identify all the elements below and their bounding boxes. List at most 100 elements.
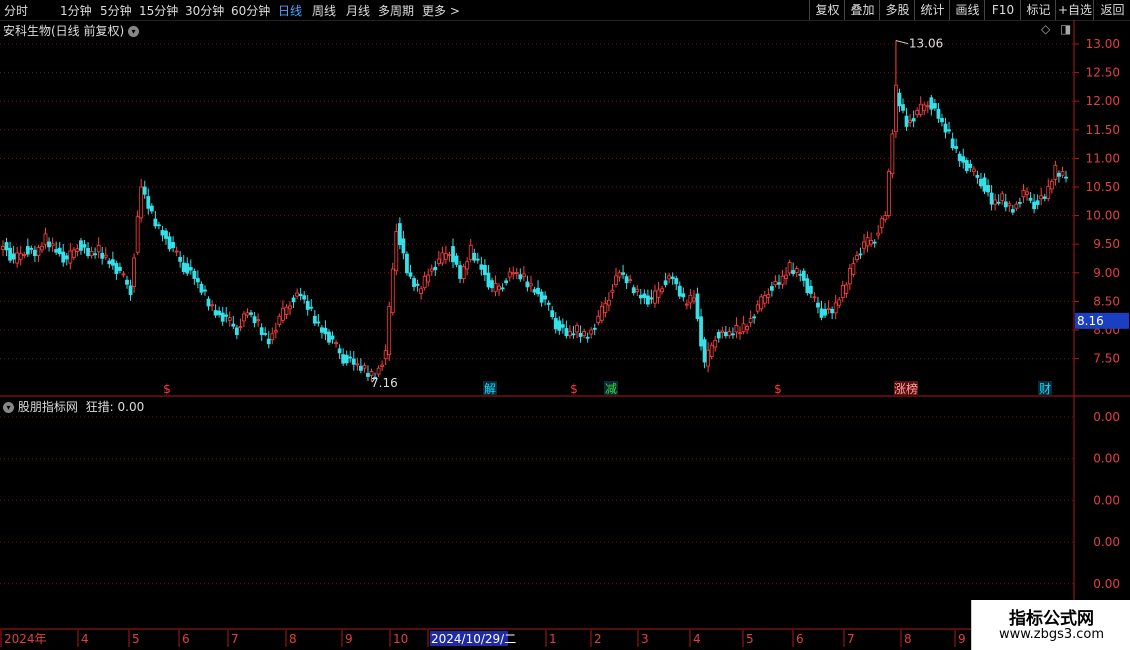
period-tab[interactable]: 60分钟 <box>231 2 270 19</box>
candle-body <box>702 339 707 363</box>
candle-body <box>514 272 519 274</box>
candle-body <box>964 160 969 172</box>
toolbar-action-button[interactable]: 统计 <box>914 0 950 20</box>
candle-body <box>266 338 271 345</box>
candle-body <box>653 290 657 304</box>
candle-body <box>716 331 721 339</box>
candle-body <box>578 333 583 337</box>
toolbar-action-button[interactable]: 叠加 <box>844 0 880 20</box>
candle-body <box>812 296 817 299</box>
candle-body <box>897 92 902 107</box>
indicator-tick-label: 0.00 <box>1093 535 1120 549</box>
candle-body <box>546 302 551 305</box>
candle-body <box>475 258 480 261</box>
period-tab[interactable]: 日线 <box>278 2 302 19</box>
candle-body <box>621 272 625 275</box>
candle-body <box>121 273 126 276</box>
chevron-down-icon[interactable]: ▾ <box>3 402 14 413</box>
period-tab[interactable]: 5分钟 <box>100 2 132 19</box>
candle-body <box>146 196 151 209</box>
candle-body <box>692 297 696 302</box>
candle-body <box>982 177 987 192</box>
candle-body <box>1035 200 1040 205</box>
panel-toggle-icon[interactable]: ◨ <box>1060 22 1071 36</box>
diamond-icon[interactable]: ◇ <box>1041 22 1050 36</box>
toolbar-action-button[interactable]: 复权 <box>809 0 845 20</box>
candle-body <box>305 300 310 310</box>
candle-body <box>922 104 927 111</box>
chevron-down-icon[interactable]: ▾ <box>128 26 140 37</box>
candle-body <box>29 247 34 250</box>
candle-body <box>571 333 576 336</box>
indicator-tick-label: 0.00 <box>1093 493 1120 507</box>
candle-body <box>993 199 998 205</box>
candle-body <box>227 317 232 321</box>
indicator-tick-label: 0.00 <box>1093 577 1120 591</box>
candle-body <box>118 266 122 271</box>
candle-body <box>543 295 548 300</box>
candle-body <box>752 316 757 319</box>
candle-body <box>482 264 487 276</box>
candle-body <box>259 327 264 335</box>
candle-body <box>245 312 250 316</box>
toolbar-action-button[interactable]: +自选 <box>1055 0 1094 20</box>
candle-body <box>458 265 462 279</box>
candle-body <box>412 278 416 287</box>
candle-body <box>1003 201 1008 208</box>
period-tab[interactable]: 周线 <box>312 2 336 19</box>
toolbar-action-button[interactable]: 多股 <box>879 0 915 20</box>
candle-body <box>188 267 193 271</box>
candle-body <box>490 280 494 289</box>
candle-body <box>394 231 399 272</box>
toolbar-action-button[interactable]: 返回 <box>1093 0 1130 20</box>
candle-body <box>1057 172 1061 177</box>
period-tab[interactable]: 更多 > <box>422 2 460 19</box>
candle-body <box>64 255 69 260</box>
candle-body <box>440 252 445 264</box>
candle-body <box>362 365 367 369</box>
time-tick-label: 2024/10/29/二 <box>431 632 516 646</box>
candle-body <box>210 304 214 307</box>
candle-body <box>1 246 5 250</box>
candle-body <box>681 293 686 298</box>
period-tab[interactable]: 分时 <box>4 2 28 19</box>
toolbar-action-button[interactable]: 画线 <box>949 0 985 20</box>
period-tab[interactable]: 多周期 <box>378 2 414 19</box>
event-marker: $ <box>163 382 171 396</box>
candle-body <box>96 244 101 253</box>
period-tab[interactable]: 15分钟 <box>139 2 178 19</box>
candle-body <box>447 254 452 256</box>
candle-body <box>642 293 647 298</box>
candle-body <box>950 138 955 149</box>
candle-body <box>624 276 629 284</box>
watermark: 指标公式网 www.zbgs3.com <box>971 600 1130 650</box>
candle-body <box>568 331 572 337</box>
event-marker-bg <box>483 381 497 395</box>
kline-chart[interactable]: 13.067.16$ 解 $ 减 $ 涨榜财 13.0012.5012.0011.5011… <box>0 0 1130 650</box>
period-tab[interactable]: 月线 <box>346 2 370 19</box>
candle-body <box>911 118 916 122</box>
indicator-value: 狂措: 0.00 <box>85 400 145 414</box>
candle-body <box>270 333 275 341</box>
low-leader <box>371 377 376 383</box>
price-tick-label: 11.00 <box>1086 151 1120 165</box>
candle-body <box>302 295 307 300</box>
candle-body <box>15 252 20 264</box>
period-tab[interactable]: 30分钟 <box>185 2 224 19</box>
toolbar-action-button[interactable]: 标记 <box>1020 0 1056 20</box>
candle-body <box>844 284 849 294</box>
candle-body <box>727 331 732 337</box>
candle-body <box>975 174 980 178</box>
candle-body <box>961 156 966 163</box>
candle-body <box>238 326 243 328</box>
period-tab[interactable]: 1分钟 <box>60 2 92 19</box>
candle-body <box>1032 201 1037 210</box>
candle-body <box>667 275 672 280</box>
candle-body <box>943 123 948 133</box>
toolbar-action-button[interactable]: F10 <box>984 0 1021 20</box>
candle-body <box>865 237 870 247</box>
candle-body <box>858 253 863 256</box>
candle-body <box>723 331 728 337</box>
candle-body <box>43 233 48 245</box>
candle-body <box>249 312 253 315</box>
